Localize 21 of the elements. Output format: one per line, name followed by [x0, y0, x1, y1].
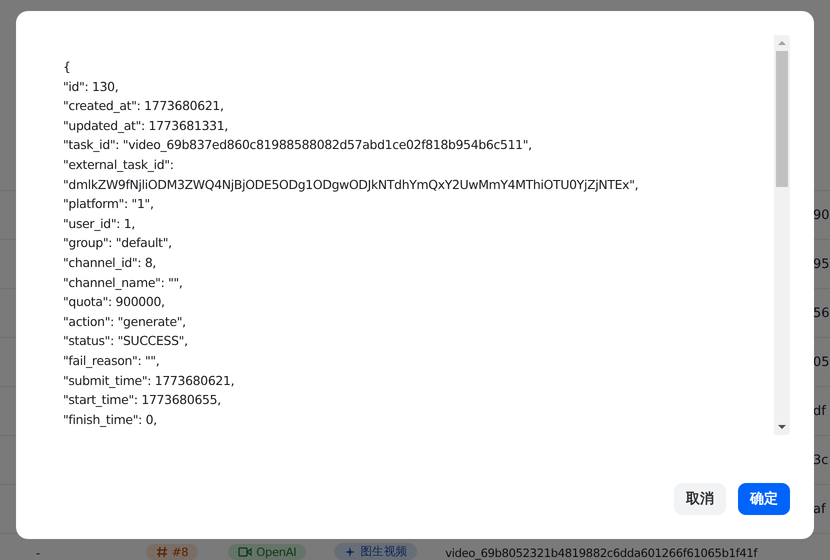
table-cell: 95 [813, 256, 830, 272]
video-icon [238, 546, 252, 558]
table-cell: - [36, 546, 40, 560]
table-cell: 3c [813, 452, 828, 468]
cancel-button[interactable]: 取消 [674, 483, 726, 515]
table-cell: af [813, 502, 826, 516]
table-cell: video_69b8052321b4819882c6dda601266f61065b1f41f [445, 546, 758, 560]
json-text: { "id": 130, "created_at": 1773680621, "updated_at": 1773681331, "task_id": "video_69b837ed860c81988588082d57abd1ce02f818b954b6c511", "external_task_id": "dmlkZW9fNjliODM3ZWQ4NjBjODE5ODg1ODgwODJkNTdhYmQxY2UwMmY4MThiOTU0YjZjNTEx", "platform": "1", "user_id": 1, "group": "default", "channel_id": 8, "channel_name": "", "quota": 900000, "action": "generate", "status": "SUCCESS", "fail_reason": "", "submit_time": 1773680621, "start_time": 1773680655, "finish_time": 0, [62, 58, 640, 429]
channel-tag: #8 [146, 544, 198, 560]
platform-tag: OpenAI [228, 544, 306, 560]
scroll-down-icon[interactable] [777, 423, 787, 431]
confirm-button[interactable]: 确定 [738, 483, 790, 515]
type-tag: 图生视频 [334, 543, 418, 560]
sparkle-icon [344, 546, 356, 558]
table-cell: 56 [813, 306, 830, 320]
scroll-up-icon[interactable] [777, 39, 787, 47]
table-cell: 90 [813, 208, 830, 222]
table-cell: df [813, 404, 826, 418]
table-cell: 05 [813, 354, 830, 370]
hash-icon [156, 546, 168, 558]
scrollbar[interactable] [774, 35, 790, 435]
